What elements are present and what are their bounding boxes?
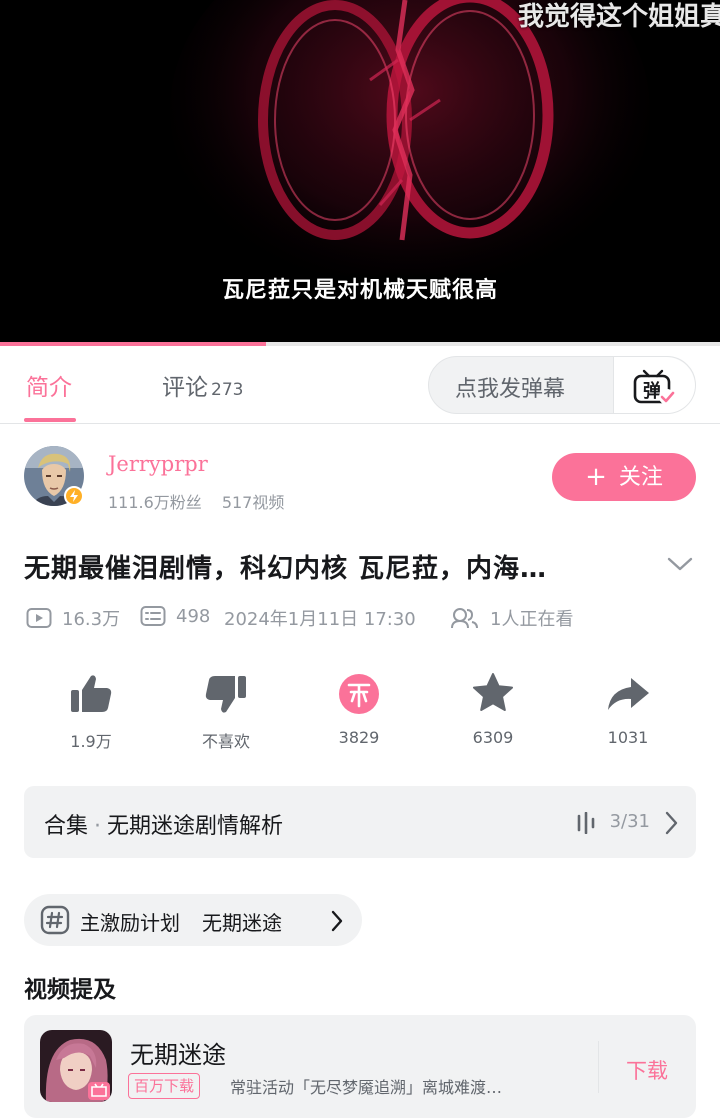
- game-description: 常驻活动「无尽梦魇追溯」离城难渡…: [230, 1078, 503, 1097]
- uploader-video-count: 517视频: [221, 493, 285, 512]
- tab-intro[interactable]: 简介: [26, 368, 72, 402]
- coin-icon: [339, 674, 379, 714]
- collection-name: 无期迷途剧情解析: [107, 814, 284, 839]
- view-count: 16.3万: [26, 605, 120, 631]
- topic-tag-2[interactable]: 无期迷途: [202, 911, 282, 935]
- danmaku-count: 498: [140, 605, 210, 627]
- share-arrow-icon: [608, 678, 649, 710]
- game-icon[interactable]: [40, 1030, 112, 1102]
- video-overlay-text: 我觉得这个姐姐真: [517, 2, 720, 32]
- share-button[interactable]: 1031: [573, 670, 683, 747]
- danmaku-count-value: 498: [176, 605, 211, 627]
- thumbs-down-icon: [205, 676, 246, 713]
- viewers-icon: [451, 608, 478, 629]
- plus-icon: +: [585, 462, 607, 492]
- collection-separator: ·: [94, 814, 102, 839]
- chevron-down-icon[interactable]: [666, 554, 694, 574]
- collection-label: 合集 · 无期迷途剧情解析: [44, 808, 283, 840]
- game-name: 无期迷途: [130, 1041, 226, 1069]
- dislike-label: 不喜欢: [201, 732, 250, 751]
- danmaku-toggle-button[interactable]: 弹: [613, 357, 695, 413]
- collection-card[interactable]: 合集 · 无期迷途剧情解析 3/31: [24, 786, 696, 858]
- verified-badge-icon: [64, 486, 84, 506]
- view-count-value: 16.3万: [62, 609, 121, 630]
- follow-button[interactable]: + 关注: [552, 453, 696, 501]
- topic-tag-list: 主激励计划 无期迷途: [80, 907, 338, 936]
- danmaku-tv-icon: 弹: [633, 369, 675, 405]
- star-icon: [473, 673, 513, 711]
- playlist-bars-icon: [577, 812, 595, 834]
- tab-comments-label: 评论: [162, 375, 208, 401]
- play-count-icon: [26, 608, 52, 628]
- divider: [598, 1041, 599, 1093]
- uploader-name[interactable]: Jerryprpr: [108, 452, 208, 476]
- video-player[interactable]: 我觉得这个姐姐真 瓦尼菈只是对机械天赋很高: [0, 0, 720, 346]
- favorite-count: 6309: [472, 728, 514, 747]
- tab-comments[interactable]: 评论 273: [162, 368, 243, 402]
- uploader-stats: 111.6万粉丝 517视频: [108, 489, 284, 513]
- game-card[interactable]: 无期迷途 百万下载 常驻活动「无尽梦魇追溯」离城难渡… 下载: [24, 1015, 696, 1118]
- like-button[interactable]: 1.9万: [36, 670, 146, 752]
- download-button[interactable]: 下载: [626, 1055, 668, 1085]
- chevron-right-icon: [331, 910, 343, 932]
- publish-date-value: 2024年1月11日 17:30: [224, 609, 416, 630]
- danmaku-count-icon: [140, 606, 166, 626]
- danmaku-input[interactable]: 点我发弹幕 弹: [428, 356, 696, 414]
- collection-prefix: 合集: [44, 814, 89, 839]
- topic-tags[interactable]: 主激励计划 无期迷途: [24, 894, 362, 946]
- tab-active-indicator: [24, 418, 76, 422]
- follow-label: 关注: [618, 465, 663, 490]
- coin-count: 3829: [338, 728, 380, 747]
- tab-bar: 简介 评论 273 点我发弹幕 弹: [0, 346, 720, 424]
- thumbs-up-icon: [71, 675, 112, 712]
- video-subtitle: 瓦尼菈只是对机械天赋很高: [221, 278, 498, 303]
- watching-now-value: 1人正在看: [490, 609, 574, 630]
- dislike-button[interactable]: 不喜欢: [171, 670, 281, 752]
- favorite-button[interactable]: 6309: [438, 670, 548, 747]
- like-count: 1.9万: [70, 732, 112, 751]
- hashtag-icon: [40, 905, 70, 935]
- danmaku-placeholder: 点我发弹幕: [455, 377, 566, 402]
- collection-progress: 3/31: [609, 811, 650, 832]
- downloads-badge: 百万下载: [128, 1073, 201, 1099]
- topic-tag-1[interactable]: 主激励计划: [80, 911, 180, 935]
- video-title: 无期最催泪剧情，科幻内核 瓦尼菈，内海…: [24, 554, 548, 584]
- game-cover-image: [40, 1030, 112, 1102]
- danmaku-icon-label: 弹: [643, 380, 661, 402]
- comments-count: 273: [211, 380, 244, 400]
- mentions-heading: 视频提及: [24, 977, 116, 1003]
- publish-date: 2024年1月11日 17:30: [224, 605, 416, 631]
- coin-button[interactable]: 3829: [304, 670, 414, 747]
- watching-now: 1人正在看: [450, 605, 573, 631]
- uploader-fans: 111.6万粉丝: [108, 493, 202, 512]
- chevron-right-icon: [665, 811, 678, 835]
- share-count: 1031: [607, 728, 649, 747]
